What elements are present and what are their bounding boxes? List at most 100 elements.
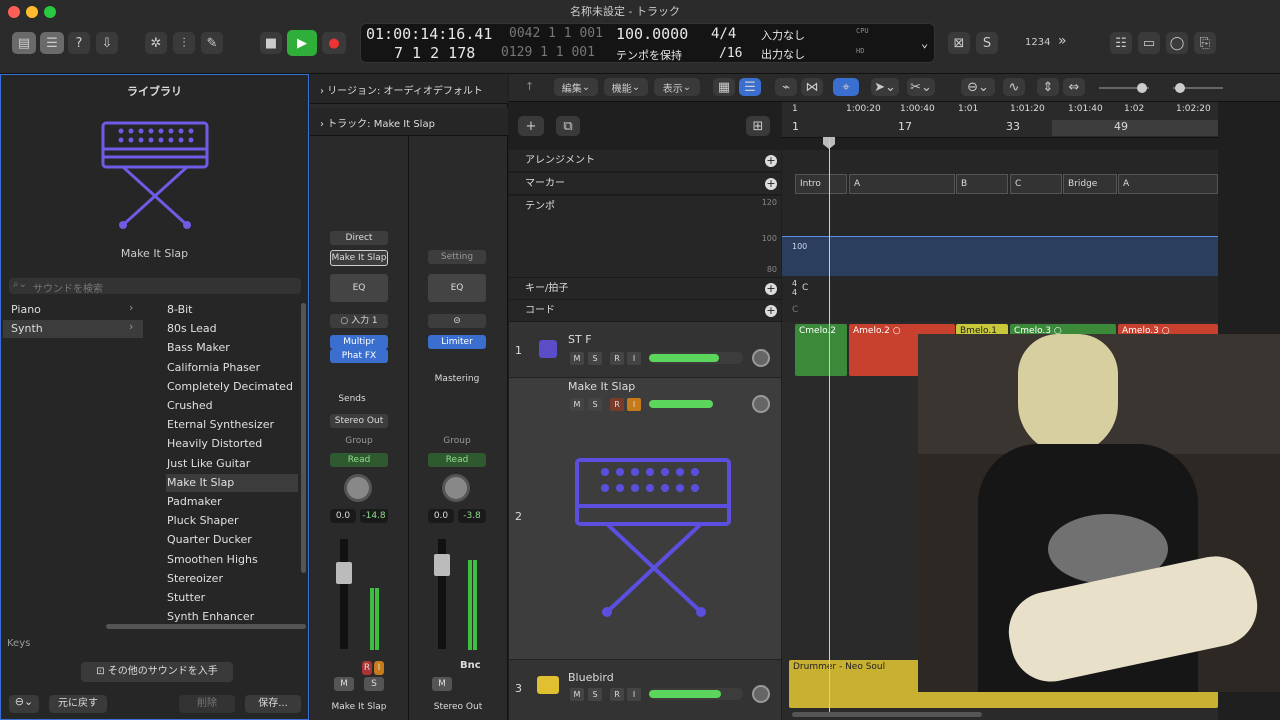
pan-value[interactable]: 0.0 [330, 509, 356, 523]
score-icon[interactable]: S [976, 32, 998, 54]
track-header-1[interactable]: 1 ST F M S R I [509, 322, 781, 378]
volume-fader[interactable] [336, 562, 352, 584]
input-monitor-button[interactable]: I [627, 688, 641, 701]
group-slot[interactable]: Group [330, 434, 388, 448]
solo-button[interactable]: S [588, 398, 602, 411]
close-window-button[interactable] [8, 6, 20, 18]
automation-icon[interactable]: ⌁ [775, 78, 797, 96]
library-toggle-button[interactable]: ▤ [12, 32, 36, 54]
pan-knob[interactable] [752, 349, 770, 367]
settings-icon[interactable]: ✲ [145, 32, 167, 54]
timeline-ruler[interactable]: 1 1:00:20 1:00:40 1:01 1:01:20 1:01:40 1… [782, 102, 1218, 138]
plus-icon[interactable]: + [765, 178, 777, 190]
global-arrangement[interactable]: アレンジメント + [509, 150, 781, 172]
library-item[interactable]: Crushed [166, 397, 298, 415]
volume-value[interactable]: -3.8 [458, 509, 486, 523]
region-inspector-header[interactable]: › リージョン: オーディオデフォルト [310, 74, 508, 104]
setting-button[interactable]: Direct [330, 231, 388, 245]
revert-button[interactable]: 元に戻す [49, 695, 107, 713]
function-menu[interactable]: 機能 ⌄ [604, 78, 648, 96]
more-options-icon[interactable]: ⊖⌄ [961, 78, 995, 96]
library-item[interactable]: Stereoizer [166, 570, 298, 588]
marker-a2[interactable]: A [1118, 174, 1218, 194]
solo-button[interactable]: S [588, 688, 602, 701]
category-synth[interactable]: Synth [3, 320, 143, 338]
plus-icon[interactable]: + [765, 283, 777, 295]
library-item[interactable]: California Phaser [166, 359, 298, 377]
plus-icon[interactable]: + [765, 305, 777, 317]
stop-button[interactable]: ■ [260, 32, 282, 54]
fx-slot-1[interactable]: Limiter [428, 335, 486, 349]
volume-value[interactable]: -14.8 [360, 509, 388, 523]
pointer-tool-icon[interactable]: ➤⌄ [871, 78, 899, 96]
fx-slot-2[interactable]: Phat FX [330, 349, 388, 363]
volume-fader[interactable] [434, 554, 450, 576]
up-arrow-icon[interactable]: ↑ [525, 80, 534, 93]
mute-button[interactable]: M [570, 688, 584, 701]
global-chord[interactable]: コード + [509, 300, 781, 322]
library-item[interactable]: Just Like Guitar [166, 455, 298, 473]
input-monitor-button[interactable]: I [627, 352, 641, 365]
cycle-region[interactable] [1052, 120, 1218, 136]
view-menu[interactable]: 表示 ⌄ [654, 78, 700, 96]
horizontal-fit-icon[interactable]: ⇔ [1063, 78, 1085, 96]
pan-knob[interactable] [442, 474, 470, 502]
library-item[interactable]: Completely Decimated [166, 378, 298, 396]
scissors-tool-icon[interactable]: ✂⌄ [907, 78, 935, 96]
chord-value[interactable]: C [792, 305, 798, 315]
library-item[interactable]: Stutter [166, 589, 298, 607]
list-view-icon[interactable]: ☰ [739, 78, 761, 96]
record-button[interactable]: ● [322, 32, 346, 54]
help-icon[interactable]: ? [68, 32, 90, 54]
mute-button[interactable]: M [570, 398, 584, 411]
pan-value[interactable]: 0.0 [428, 509, 454, 523]
global-tempo[interactable]: テンポ 120 100 80 [509, 196, 781, 278]
vertical-fit-icon[interactable]: ⇕ [1037, 78, 1059, 96]
sound-search-input[interactable]: ⌕⌄ サウンドを検索 [9, 278, 301, 295]
track-volume-slider[interactable] [649, 688, 743, 700]
vertical-zoom-thumb[interactable] [1137, 83, 1147, 93]
fx-slot-2[interactable]: Mastering [428, 372, 486, 386]
tracks-hscroll-thumb[interactable] [792, 712, 982, 717]
eq-display[interactable]: EQ [330, 274, 388, 302]
global-marker[interactable]: マーカー + [509, 173, 781, 195]
play-button[interactable]: ▶ [287, 30, 317, 56]
record-enable-button[interactable]: R [610, 352, 624, 365]
tracks-hscrollbar[interactable] [782, 712, 1218, 718]
lcd-chevron-icon[interactable]: ⌄ [921, 36, 928, 50]
get-more-sounds-button[interactable]: ⊡ その他のサウンドを入手 [81, 662, 233, 682]
key-value[interactable]: C [802, 283, 808, 293]
fx-slot-1[interactable]: Multipr [330, 335, 388, 349]
minimize-window-button[interactable] [26, 6, 38, 18]
mute-button[interactable]: M [570, 352, 584, 365]
horizontal-zoom-thumb[interactable] [1175, 83, 1185, 93]
note-pad-icon[interactable]: ▭ [1138, 32, 1160, 54]
tempo-curve[interactable]: 100 [782, 236, 1218, 276]
input-monitor-button[interactable]: I [374, 661, 384, 675]
mute-button[interactable]: M [334, 677, 354, 691]
options-icon[interactable]: ⊖⌄ [9, 695, 39, 713]
add-track-button[interactable]: + [518, 116, 544, 136]
pan-knob[interactable] [344, 474, 372, 502]
group-slot[interactable]: Group [428, 434, 486, 448]
library-item[interactable]: Bass Maker [166, 339, 298, 357]
browser-icon[interactable]: ⎘ [1194, 32, 1216, 54]
record-enable-button[interactable]: R [610, 398, 624, 411]
library-item[interactable]: Pluck Shaper [166, 512, 298, 530]
waveform-icon[interactable]: ∿ [1003, 78, 1025, 96]
input-monitor-button[interactable]: I [627, 398, 641, 411]
more-icon[interactable]: » [1058, 33, 1067, 49]
library-scrollbar[interactable] [301, 303, 306, 573]
pan-knob[interactable] [752, 395, 770, 413]
marker-b[interactable]: B [956, 174, 1008, 194]
record-enable-button[interactable]: R [610, 688, 624, 701]
solo-button[interactable]: S [364, 677, 384, 691]
mute-button[interactable]: M [432, 677, 452, 691]
input-slot[interactable]: ○ 入力 1 [330, 314, 388, 328]
library-item[interactable]: 8-Bit [166, 301, 298, 319]
record-enable-button[interactable]: R [362, 661, 372, 675]
list-icon[interactable]: ☷ [1110, 32, 1132, 54]
automation-read[interactable]: Read [428, 453, 486, 467]
duplicate-track-button[interactable]: ⧉ [556, 116, 580, 136]
lcd-display[interactable]: 01:00:14:16.41 7 1 2 178 0042 1 1 001 01… [360, 23, 935, 63]
